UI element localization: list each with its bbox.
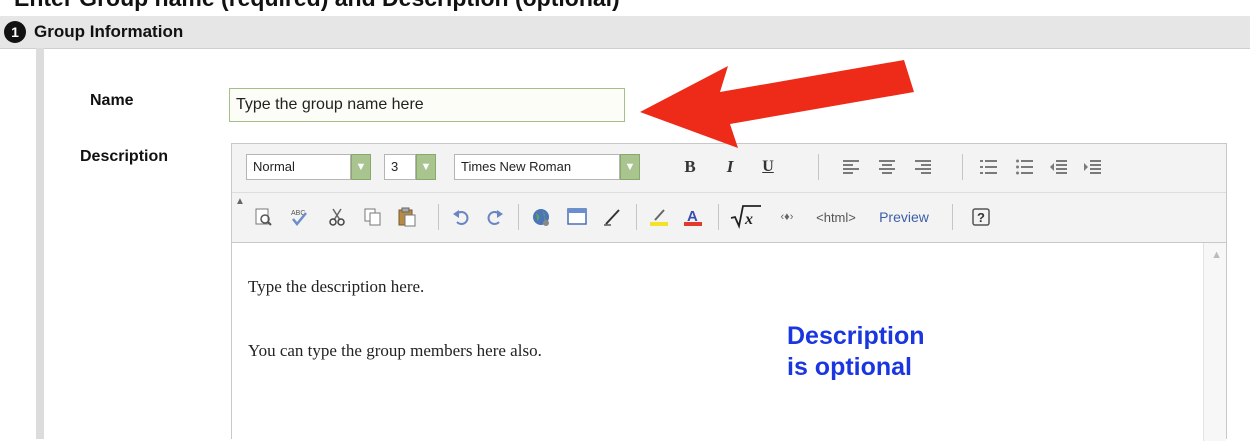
paste-icon[interactable] (394, 204, 420, 230)
undo-icon[interactable] (448, 204, 474, 230)
editor-scrollbar[interactable]: ▲ (1203, 243, 1226, 441)
html-view-button[interactable]: <html> (806, 204, 866, 230)
align-left-icon[interactable] (838, 154, 864, 180)
description-optional-callout: Description is optional (787, 321, 925, 383)
print-preview-icon[interactable] (250, 204, 276, 230)
group-name-input[interactable] (229, 88, 625, 122)
bold-button[interactable]: B (678, 154, 702, 180)
outdent-icon[interactable] (1046, 154, 1072, 180)
preview-button[interactable]: Preview (872, 204, 936, 230)
step-number-badge: 1 (4, 21, 26, 43)
insert-table-icon[interactable] (564, 204, 590, 230)
insert-line-icon[interactable] (600, 204, 626, 230)
copy-icon[interactable] (360, 204, 386, 230)
section-title: Group Information (34, 22, 184, 41)
content-line: You can type the group members here also… (248, 341, 542, 360)
font-size-select-arrow-icon[interactable]: ▼ (416, 154, 436, 180)
source-code-icon[interactable]: ‹♦› (774, 204, 800, 230)
description-label: Description (80, 148, 169, 165)
format-select-arrow-icon[interactable]: ▼ (351, 154, 371, 180)
indent-icon[interactable] (1080, 154, 1106, 180)
numbered-list-icon[interactable] (976, 154, 1002, 180)
font-family-select-arrow-icon[interactable]: ▼ (620, 154, 640, 180)
equation-editor-icon[interactable]: x (728, 201, 764, 231)
content-line: Type the description here. (248, 277, 425, 296)
highlight-color-icon[interactable] (646, 204, 672, 230)
callout-line: Description (787, 322, 925, 350)
spellcheck-icon[interactable]: ABC (286, 204, 312, 230)
format-select[interactable]: Normal (246, 154, 351, 180)
cut-icon[interactable] (324, 204, 350, 230)
bulleted-list-icon[interactable] (1012, 154, 1038, 180)
insert-link-globe-icon[interactable] (528, 204, 554, 230)
editor-toolbar-row-2: ▲ ABC A x ‹♦› <html> Preview ? (232, 192, 1226, 241)
italic-button[interactable]: I (718, 154, 742, 180)
align-right-icon[interactable] (910, 154, 936, 180)
font-color-icon[interactable]: A (680, 204, 706, 230)
scroll-up-icon[interactable]: ▲ (1211, 249, 1222, 261)
callout-line: is optional (787, 353, 912, 381)
redo-icon[interactable] (482, 204, 508, 230)
editor-content-area[interactable]: Type the description here. You can type … (232, 242, 1226, 441)
svg-text:x: x (744, 211, 753, 228)
section-header: 1 Group Information (0, 16, 1250, 49)
page-heading: Enter Group name (required) and Descript… (0, 0, 1250, 10)
section-indent-rule (36, 48, 44, 439)
collapse-toolbar-icon[interactable]: ▲ (234, 195, 246, 207)
align-center-icon[interactable] (874, 154, 900, 180)
help-icon[interactable]: ? (968, 204, 994, 230)
font-family-select[interactable]: Times New Roman (454, 154, 620, 180)
underline-button[interactable]: U (756, 154, 780, 180)
name-label: Name (90, 92, 134, 109)
font-size-select[interactable]: 3 (384, 154, 416, 180)
svg-text:?: ? (977, 210, 985, 225)
red-arrow-icon (640, 60, 914, 148)
arrow-shape (640, 60, 914, 148)
description-editor: Normal ▼ 3 ▼ Times New Roman ▼ B I U ▲ A… (231, 143, 1227, 441)
